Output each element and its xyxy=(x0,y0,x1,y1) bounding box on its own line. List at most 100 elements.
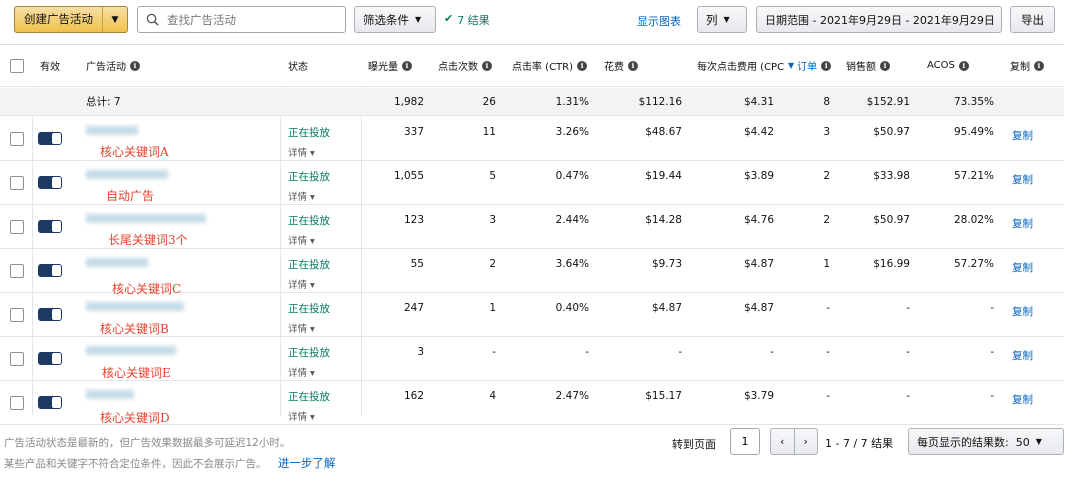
status-text: 正在投放 xyxy=(288,303,330,315)
row-checkbox[interactable] xyxy=(10,175,24,190)
orders-cell: - xyxy=(826,346,830,358)
filter-button[interactable]: 筛选条件 ▼ xyxy=(354,6,436,33)
next-page-icon[interactable]: › xyxy=(795,429,818,454)
header-campaign[interactable]: 广告活动 i xyxy=(86,45,140,86)
create-campaign-button[interactable]: 创建广告活动 ▼ xyxy=(14,6,128,33)
learn-more-link[interactable]: 进一步了解 xyxy=(278,456,336,470)
header-spend-label: 花费 xyxy=(604,62,624,73)
row-checkbox-cell xyxy=(10,161,24,204)
status-cell: 正在投放 详情 ▾ xyxy=(288,257,330,291)
active-toggle[interactable] xyxy=(38,396,62,409)
date-range-button[interactable]: 日期范围 - 2021年9月29日 - 2021年9月29日 xyxy=(756,6,1002,33)
table-row[interactable]: 核心关键词B 正在投放 详情 ▾ 247 1 0.40% $4.87 $4.87 … xyxy=(0,293,1064,337)
orders-cell: - xyxy=(826,390,830,402)
active-toggle[interactable] xyxy=(38,220,62,233)
status-text: 正在投放 xyxy=(288,347,330,359)
campaign-annotation: 核心关键词E xyxy=(102,366,171,380)
active-toggle[interactable] xyxy=(38,308,62,321)
campaign-name-redacted[interactable] xyxy=(86,258,148,267)
copy-link[interactable]: 复制 xyxy=(1012,205,1033,241)
sales-cell: $50.97 xyxy=(873,126,910,138)
header-active[interactable]: 有效 xyxy=(40,45,60,86)
totals-row: 总计: 7 1,982 26 1.31% $112.16 $4.31 8 $15… xyxy=(0,88,1064,116)
campaign-name-redacted[interactable] xyxy=(86,302,184,311)
per-page-select[interactable]: 每页显示的结果数: 50 ▼ xyxy=(908,428,1064,455)
show-chart-link[interactable]: 显示图表 xyxy=(637,13,681,29)
search-input[interactable] xyxy=(165,11,335,28)
header-clicks[interactable]: 点击次数 i xyxy=(438,45,492,86)
cpc-cell: - xyxy=(770,346,774,358)
row-checkbox[interactable] xyxy=(10,307,24,322)
row-checkbox[interactable] xyxy=(10,395,24,410)
columns-button[interactable]: 列 ▼ xyxy=(697,6,747,33)
status-text: 正在投放 xyxy=(288,171,330,183)
details-toggle[interactable]: 详情 ▾ xyxy=(288,365,330,379)
impressions-cell: 247 xyxy=(403,302,424,314)
cpc-cell: $4.87 xyxy=(743,302,774,314)
check-icon: ✔ xyxy=(444,12,454,25)
header-ctr[interactable]: 点击率 (CTR) i xyxy=(512,45,588,86)
campaign-name-redacted[interactable] xyxy=(86,126,138,135)
header-cpc[interactable]: 每次点击费用 (CPC) xyxy=(697,45,785,86)
table-row[interactable]: 核心关键词A 正在投放 详情 ▾ 337 11 3.26% $48.67 $4.4… xyxy=(0,117,1064,161)
details-toggle[interactable]: 详情 ▾ xyxy=(288,321,330,335)
table-row[interactable]: 核心关键词D 正在投放 详情 ▾ 162 4 2.47% $15.17 $3.79… xyxy=(0,381,1064,425)
info-icon: i xyxy=(880,60,890,71)
select-all-checkbox[interactable] xyxy=(10,58,24,73)
table-row[interactable]: 长尾关键词3个 正在投放 详情 ▾ 123 3 2.44% $14.28 $4.7… xyxy=(0,205,1064,249)
active-toggle[interactable] xyxy=(38,264,62,277)
row-checkbox[interactable] xyxy=(10,219,24,234)
active-toggle[interactable] xyxy=(38,132,62,145)
impressions-cell: 337 xyxy=(403,126,424,138)
campaign-annotation: 核心关键词A xyxy=(100,145,169,159)
header-status[interactable]: 状态 xyxy=(288,45,308,86)
details-toggle[interactable]: 详情 ▾ xyxy=(288,189,330,203)
table-row[interactable]: 自动广告 正在投放 详情 ▾ 1,055 5 0.47% $19.44 $3.89… xyxy=(0,161,1064,205)
details-label: 详情 xyxy=(288,148,308,159)
orders-cell: 2 xyxy=(823,170,830,182)
header-copy[interactable]: 复制 i xyxy=(1010,45,1044,86)
row-checkbox-cell xyxy=(10,249,24,292)
page-number-input[interactable] xyxy=(730,428,760,455)
chevron-down-icon[interactable]: ▼ xyxy=(103,15,127,25)
copy-link[interactable]: 复制 xyxy=(1012,337,1033,373)
copy-link[interactable]: 复制 xyxy=(1012,381,1033,417)
spend-cell: $48.67 xyxy=(645,126,682,138)
copy-link[interactable]: 复制 xyxy=(1012,249,1033,285)
totals-sales: $152.91 xyxy=(866,95,910,108)
ctr-cell: 0.40% xyxy=(555,302,589,314)
header-sales[interactable]: 销售额 i xyxy=(846,45,890,86)
row-checkbox-cell xyxy=(10,205,24,248)
totals-cpc: $4.31 xyxy=(743,95,774,108)
details-toggle[interactable]: 详情 ▾ xyxy=(288,145,330,159)
campaign-name-redacted[interactable] xyxy=(86,390,134,399)
details-toggle[interactable]: 详情 ▾ xyxy=(288,277,330,291)
details-label: 详情 xyxy=(288,192,308,203)
copy-link[interactable]: 复制 xyxy=(1012,117,1033,153)
header-spend[interactable]: 花费 i xyxy=(604,45,638,86)
copy-link[interactable]: 复制 xyxy=(1012,161,1033,197)
campaign-name-redacted[interactable] xyxy=(86,346,176,355)
details-toggle[interactable]: 详情 ▾ xyxy=(288,233,330,247)
campaign-name-redacted[interactable] xyxy=(86,170,168,179)
row-checkbox[interactable] xyxy=(10,263,24,278)
export-button[interactable]: 导出 xyxy=(1010,6,1055,33)
table-row[interactable]: 核心关键词C 正在投放 详情 ▾ 55 2 3.64% $9.73 $4.87 1… xyxy=(0,249,1064,296)
prev-page-icon[interactable]: ‹ xyxy=(771,429,795,454)
active-toggle[interactable] xyxy=(38,176,62,189)
active-toggle[interactable] xyxy=(38,352,62,365)
row-checkbox[interactable] xyxy=(10,351,24,366)
copy-link[interactable]: 复制 xyxy=(1012,293,1033,329)
header-orders[interactable]: ▼ 订单 i xyxy=(788,45,832,86)
sales-cell: $33.98 xyxy=(873,170,910,182)
date-range-label: 日期范围 - 2021年9月29日 - 2021年9月29日 xyxy=(765,13,995,27)
campaign-name-redacted[interactable] xyxy=(86,214,206,223)
header-acos[interactable]: ACOS i xyxy=(927,45,969,86)
row-checkbox[interactable] xyxy=(10,131,24,146)
header-impressions[interactable]: 曝光量 i xyxy=(368,45,412,86)
table-row[interactable]: 核心关键词E 正在投放 详情 ▾ 3 - - - - - - - 复制 xyxy=(0,337,1064,381)
campaign-table: 有效 广告活动 i 状态 曝光量 i 点击次数 i 点击率 (CTR) i 花费 i 每次… xyxy=(0,44,1064,425)
details-toggle[interactable]: 详情 ▾ xyxy=(288,409,330,423)
sales-cell: - xyxy=(906,346,910,358)
row-checkbox-cell xyxy=(10,381,24,424)
